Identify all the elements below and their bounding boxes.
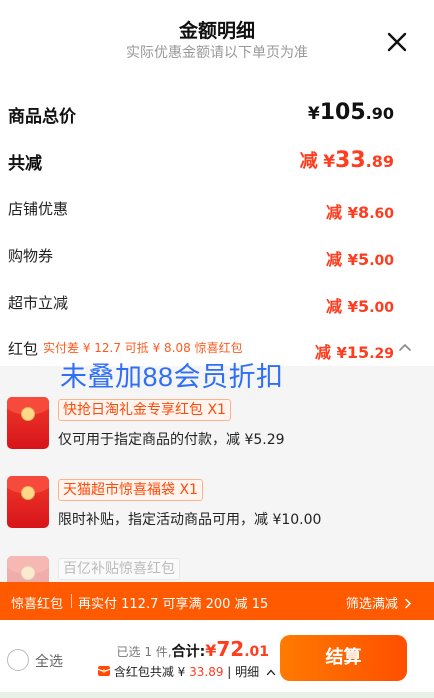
row-coupon: 购物券 减 ¥5.00 bbox=[0, 243, 434, 269]
surprise-packet-banner: 惊喜红包 再实付 112.7 可享满 200 减 15 筛选满减 bbox=[0, 582, 434, 620]
total-price-int: 105 bbox=[319, 100, 366, 125]
red-packet-prefix: 减 bbox=[314, 343, 331, 362]
shop-discount-int: 8 bbox=[358, 203, 370, 222]
shop-discount-dec: .60 bbox=[369, 206, 394, 222]
selected-total: 已选 1 件,合计:¥72.01 bbox=[117, 637, 270, 661]
row-market-discount: 超市立减 减 ¥5.00 bbox=[0, 290, 434, 316]
coupon-label: 购物券 bbox=[8, 247, 54, 265]
coupon-yen: ¥ bbox=[347, 251, 359, 269]
shop-discount-label: 店铺优惠 bbox=[8, 200, 69, 218]
chevron-right-icon bbox=[405, 598, 412, 609]
market-discount-prefix: 减 bbox=[326, 297, 343, 316]
red-packet-icon bbox=[97, 666, 111, 676]
discount-detail-text: 含红包共减 ¥ bbox=[113, 665, 190, 679]
filter-discount-label: 筛选满减 bbox=[345, 597, 398, 612]
total-reduction-value: 减 ¥33.89 bbox=[300, 147, 394, 173]
total-price-value: ¥105.90 bbox=[308, 100, 394, 125]
total-reduction-dec: .89 bbox=[365, 152, 394, 171]
red-envelope-icon bbox=[7, 397, 49, 449]
total-reduction-int: 33 bbox=[335, 148, 366, 173]
page-subtitle: 实际优惠金额请以下单页为准 bbox=[126, 45, 308, 61]
row-shop-discount: 店铺优惠 减 ¥8.60 bbox=[0, 196, 434, 222]
total-amount-int: 72 bbox=[216, 637, 245, 661]
chevron-up-icon[interactable] bbox=[398, 342, 412, 352]
red-packet-yen: ¥ bbox=[336, 344, 347, 362]
total-price-label: 商品总价 bbox=[8, 107, 76, 127]
red-packet-note: 实付差 ¥ 12.7 可抵 ¥ 8.08 惊喜红包 bbox=[43, 341, 243, 355]
total-yen: ¥ bbox=[205, 641, 217, 660]
discount-detail-label: | 明细 bbox=[223, 665, 260, 679]
packet-tag: 快抢日淘礼金专享红包 X1 bbox=[58, 399, 231, 421]
coupon-dec: .00 bbox=[369, 253, 394, 269]
shop-discount-yen: ¥ bbox=[347, 204, 359, 222]
discount-detail-amount: 33.89 bbox=[189, 665, 224, 679]
coupon-value: 减 ¥5.00 bbox=[326, 246, 394, 270]
filter-discount-link[interactable]: 筛选满减 bbox=[346, 593, 412, 612]
page-title: 金额明细 bbox=[178, 20, 255, 42]
market-discount-int: 5 bbox=[358, 297, 370, 316]
packet-description: 限时补贴，指定活动商品可用，减 ¥10.00 bbox=[58, 512, 322, 528]
packet-description: 仅可用于指定商品的付款，减 ¥5.29 bbox=[58, 432, 285, 448]
market-discount-label: 超市立减 bbox=[8, 294, 69, 312]
coupon-prefix: 减 bbox=[326, 250, 343, 269]
total-reduction-prefix: 减 bbox=[299, 151, 318, 172]
chevron-up-icon bbox=[266, 669, 276, 676]
bottom-strip bbox=[0, 692, 434, 698]
red-packet-int: 15 bbox=[346, 343, 370, 362]
header: 金额明细 实际优惠金额请以下单页为准 bbox=[0, 0, 434, 80]
market-discount-value: 减 ¥5.00 bbox=[326, 293, 394, 317]
overlay-annotation: 未叠加88会员折扣 bbox=[60, 362, 284, 392]
total-amount-dec: .01 bbox=[244, 644, 269, 660]
banner-divider bbox=[71, 594, 72, 608]
total-price-dec: .90 bbox=[365, 104, 394, 123]
market-discount-yen: ¥ bbox=[347, 298, 359, 316]
shop-discount-value: 减 ¥8.60 bbox=[326, 199, 394, 223]
packet-tag: 天猫超市惊喜福袋 X1 bbox=[58, 479, 203, 501]
row-total-price: 商品总价 ¥105.90 bbox=[0, 100, 434, 130]
selected-count: 已选 1 件, bbox=[116, 645, 172, 659]
red-packet-value: 减 ¥15.29 bbox=[315, 339, 394, 363]
banner-text: 再实付 112.7 可享满 200 减 15 bbox=[78, 597, 269, 612]
total-label: 合计: bbox=[171, 644, 206, 660]
close-icon[interactable] bbox=[384, 29, 410, 55]
checkout-bar: 全选 已选 1 件,合计:¥72.01 含红包共减 ¥ 33.89 | 明细 结… bbox=[0, 620, 434, 698]
discount-detail-link[interactable]: 含红包共减 ¥ 33.89 | 明细 bbox=[97, 663, 276, 680]
total-reduction-label: 共减 bbox=[8, 154, 42, 174]
red-packet-dec: .29 bbox=[369, 346, 394, 362]
checkout-button[interactable]: 结算 bbox=[280, 635, 407, 681]
red-packet-label: 红包 bbox=[8, 340, 39, 358]
banner-title: 惊喜红包 bbox=[11, 597, 64, 612]
row-total-reduction: 共减 减 ¥33.89 bbox=[0, 147, 434, 177]
total-price-yen: ¥ bbox=[307, 104, 320, 124]
total-reduction-yen: ¥ bbox=[323, 152, 336, 172]
packet-tag: 百亿补贴惊喜红包 bbox=[58, 558, 180, 580]
red-packet-details: 快抢日淘礼金专享红包 X1 仅可用于指定商品的付款，减 ¥5.29 天猫超市惊喜… bbox=[0, 366, 434, 608]
select-all-label[interactable]: 全选 bbox=[35, 651, 63, 671]
red-envelope-icon bbox=[7, 476, 49, 528]
market-discount-dec: .00 bbox=[369, 300, 394, 316]
shop-discount-prefix: 减 bbox=[326, 203, 343, 222]
coupon-int: 5 bbox=[358, 250, 370, 269]
select-all-radio[interactable] bbox=[7, 649, 29, 671]
